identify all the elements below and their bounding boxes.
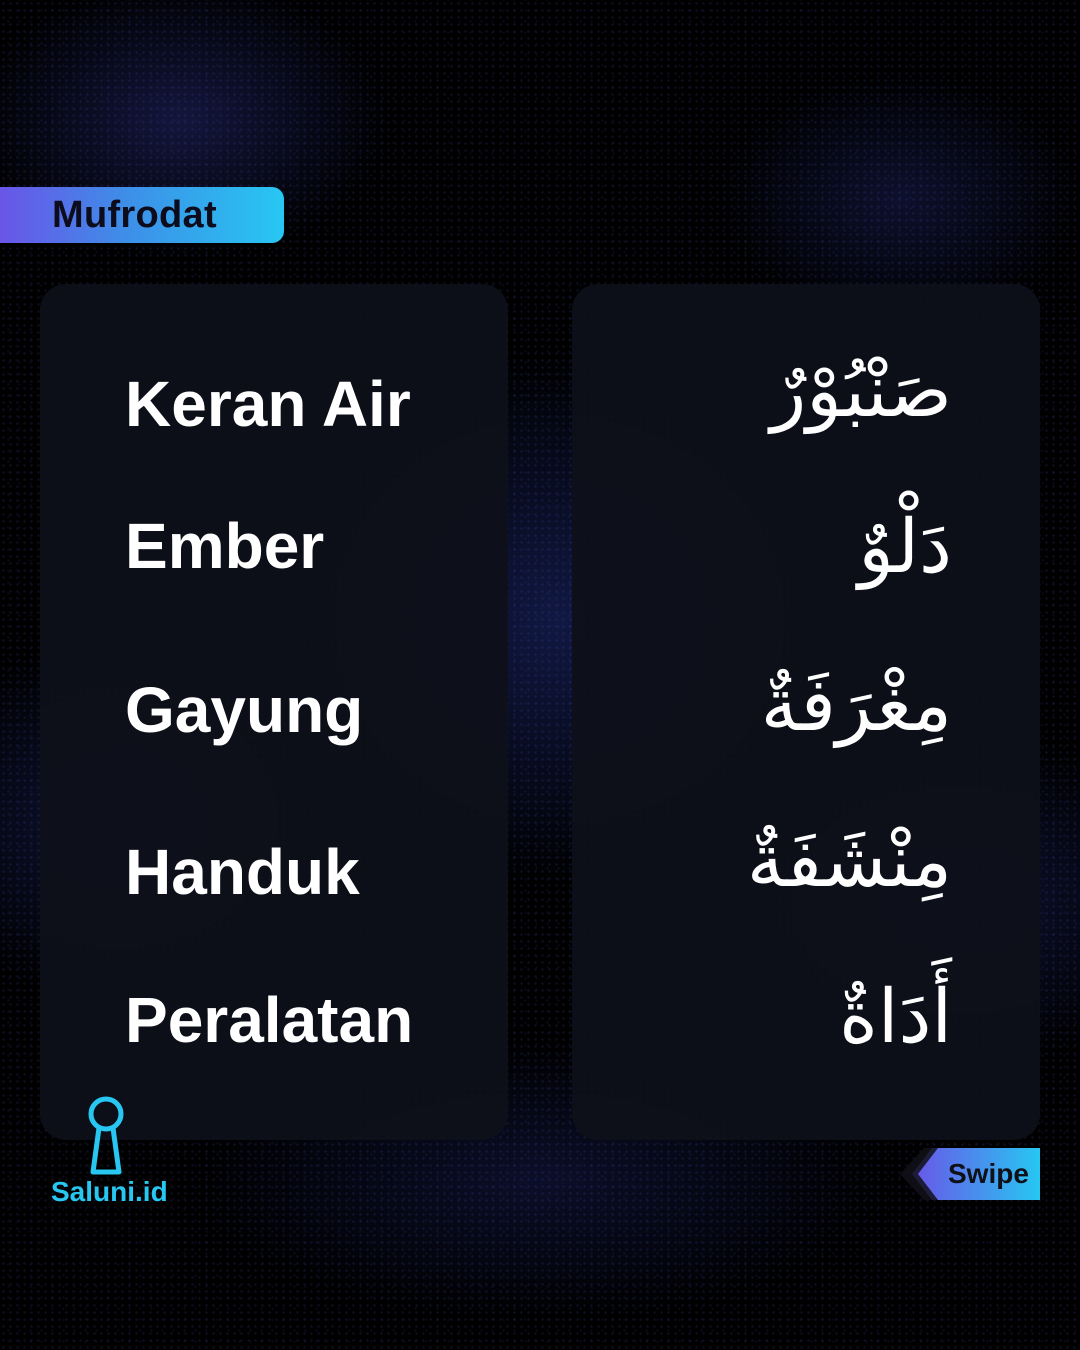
arabic-words-card: صَنْبُوْرٌ دَلْوٌ مِغْرَفَةٌ مِنْشَفَةٌ … — [572, 284, 1040, 1140]
brand-logo: Saluni.id — [48, 1096, 172, 1208]
word-indonesian-1: Keran Air — [125, 368, 411, 440]
word-arabic-4: مِنْشَفَةٌ — [746, 818, 952, 904]
word-arabic-3: مِغْرَفَةٌ — [760, 662, 952, 748]
brand-name: Saluni.id — [51, 1176, 168, 1207]
keyhole-icon — [88, 1096, 124, 1175]
word-indonesian-3: Gayung — [125, 674, 364, 746]
word-arabic-1: صَنْبُوْرٌ — [770, 348, 952, 434]
word-indonesian-5: Peralatan — [125, 984, 414, 1056]
word-arabic-5: أَدَاةٌ — [839, 974, 952, 1060]
word-indonesian-2: Ember — [125, 510, 325, 582]
indonesian-words-card: Keran Air Ember Gayung Handuk Peralatan — [40, 284, 508, 1140]
word-arabic-2: دَلْوٌ — [858, 504, 952, 590]
word-indonesian-4: Handuk — [125, 836, 360, 908]
swipe-button[interactable]: Swipe — [896, 1148, 1040, 1200]
category-tag-label: Mufrodat — [52, 193, 217, 236]
category-tag: Mufrodat — [0, 187, 284, 243]
swipe-label: Swipe — [948, 1158, 1029, 1189]
